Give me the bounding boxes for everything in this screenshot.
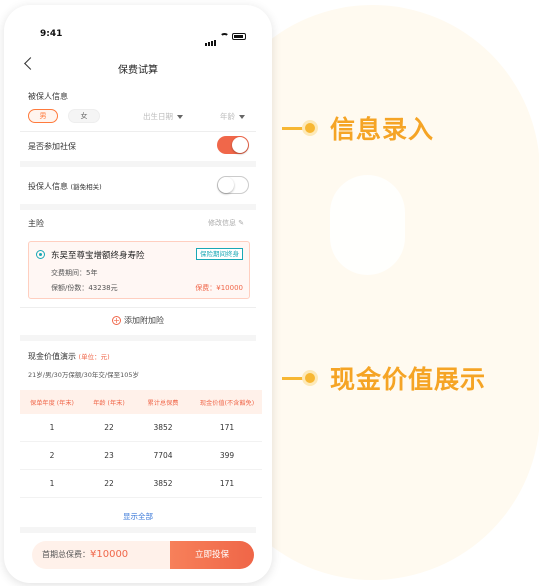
column-header-cash-value: 现金价值(不含豁免) <box>199 399 255 407</box>
total-premium-label: 首期总保费： <box>42 550 90 559</box>
table-row: 1 22 3852 171 <box>20 470 262 498</box>
battery-icon <box>232 33 246 40</box>
cash-value-title-text: 现金价值演示 <box>28 352 76 361</box>
payment-period: 交费期间：5年 <box>51 269 98 277</box>
main-insurance-label: 主险 <box>28 219 44 228</box>
table-cell: 171 <box>219 423 235 432</box>
edit-icon: ✎ <box>238 219 245 227</box>
add-rider-button[interactable]: + 添加附加险 <box>4 315 272 326</box>
table-cell: 22 <box>104 423 114 432</box>
edit-info-link[interactable]: 修改信息 ✎ <box>208 218 244 228</box>
cash-value-summary: 21岁/男/30万保额/30年交/保至105岁 <box>28 371 139 379</box>
section-separator <box>20 204 256 210</box>
table-header: 保单年度 (年末) 年龄 (年末) 累计总保费 现金价值(不含豁免) <box>20 390 262 414</box>
page-title: 保费试算 <box>118 65 158 76</box>
table-cell: 22 <box>104 479 114 488</box>
annotation-line <box>282 126 304 130</box>
main-insurance-card[interactable]: 东吴至尊宝增额终身寿险 保险期间终身 交费期间：5年 保额/份数：43238元 … <box>28 241 250 299</box>
total-premium-amount: ¥10000 <box>90 549 129 560</box>
age-dropdown[interactable]: 年龄 <box>220 111 245 122</box>
birthdate-dropdown[interactable]: 出生日期 <box>143 111 183 122</box>
sum-insured: 保额/份数：43238元 <box>51 284 118 292</box>
annotation-cash-value: 现金价值展示 <box>282 360 486 396</box>
age-text: 年龄 <box>220 112 235 121</box>
table-cell: 3852 <box>153 479 173 488</box>
wifi-icon <box>220 33 229 40</box>
table-cell: 399 <box>219 451 235 460</box>
phone-frame: 9:41 保费试算 被保人信息 男 女 出生日期 年龄 是否参加社保 投保人信息… <box>4 5 272 583</box>
nav-bar: 保费试算 <box>4 51 272 81</box>
annotation-cash-value-text: 现金价值展示 <box>330 365 487 394</box>
toggle-knob <box>218 177 234 193</box>
policyholder-note: (豁免相关) <box>70 183 102 191</box>
bottom-action-bar: 首期总保费：¥10000 立即投保 <box>32 541 254 569</box>
show-all-link[interactable]: 显示全部 <box>4 511 272 522</box>
cash-value-table: 保单年度 (年末) 年龄 (年末) 累计总保费 现金价值(不含豁免) 1 22 … <box>20 390 262 498</box>
policyholder-label-text: 投保人信息 <box>28 182 68 191</box>
table-row: 2 23 7704 399 <box>20 442 262 470</box>
column-header-policy-year: 保单年度 (年末) <box>30 399 74 407</box>
insured-section-label: 被保人信息 <box>28 92 68 101</box>
table-cell: 1 <box>49 423 55 432</box>
gender-male-chip[interactable]: 男 <box>28 109 58 123</box>
radio-selected-icon[interactable] <box>36 250 45 259</box>
table-cell: 2 <box>49 451 55 460</box>
status-bar: 9:41 <box>4 5 272 46</box>
signal-icon <box>205 27 217 46</box>
annotation-line <box>282 376 304 380</box>
social-security-toggle[interactable] <box>217 136 249 154</box>
toggle-knob <box>232 137 248 153</box>
table-cell: 3852 <box>153 423 173 432</box>
policyholder-toggle[interactable] <box>217 176 249 194</box>
table-cell: 171 <box>219 479 235 488</box>
table-row: 1 22 3852 171 <box>20 414 262 442</box>
annotation-info-entry: 信息录入 <box>282 110 434 146</box>
birthdate-text: 出生日期 <box>143 112 173 121</box>
section-separator <box>20 161 256 167</box>
product-premium: 保费：¥10000 <box>195 284 243 292</box>
background-shape-inner <box>330 175 405 275</box>
section-separator <box>20 527 256 533</box>
product-name: 东吴至尊宝增额终身寿险 <box>51 251 145 261</box>
column-header-total-premium: 累计总保费 <box>147 399 179 407</box>
section-separator <box>20 335 256 341</box>
table-cell: 7704 <box>153 451 173 460</box>
cash-value-unit: (单位：元) <box>78 353 110 361</box>
status-time: 9:41 <box>40 29 63 39</box>
chevron-down-icon <box>177 115 183 119</box>
total-premium: 首期总保费：¥10000 <box>32 541 170 569</box>
annotation-dot-icon <box>302 370 318 386</box>
annotation-dot-icon <box>302 120 318 136</box>
plus-icon: + <box>112 316 121 325</box>
social-security-label: 是否参加社保 <box>28 142 76 151</box>
gender-female-chip[interactable]: 女 <box>68 109 100 123</box>
column-header-age: 年龄 (年末) <box>93 399 125 407</box>
annotation-info-entry-text: 信息录入 <box>330 115 435 144</box>
add-rider-label: 添加附加险 <box>124 316 164 325</box>
divider <box>20 307 256 308</box>
cash-value-title: 现金价值演示 (单位：元) <box>28 351 110 362</box>
insurance-period-tag: 保险期间终身 <box>196 248 243 260</box>
policyholder-label: 投保人信息 (豁免相关) <box>28 181 102 192</box>
buy-now-button[interactable]: 立即投保 <box>170 541 254 569</box>
status-icons <box>205 27 246 46</box>
divider <box>20 131 256 132</box>
chevron-down-icon <box>239 115 245 119</box>
table-cell: 23 <box>104 451 114 460</box>
table-cell: 1 <box>49 479 55 488</box>
edit-info-text: 修改信息 <box>208 219 236 227</box>
